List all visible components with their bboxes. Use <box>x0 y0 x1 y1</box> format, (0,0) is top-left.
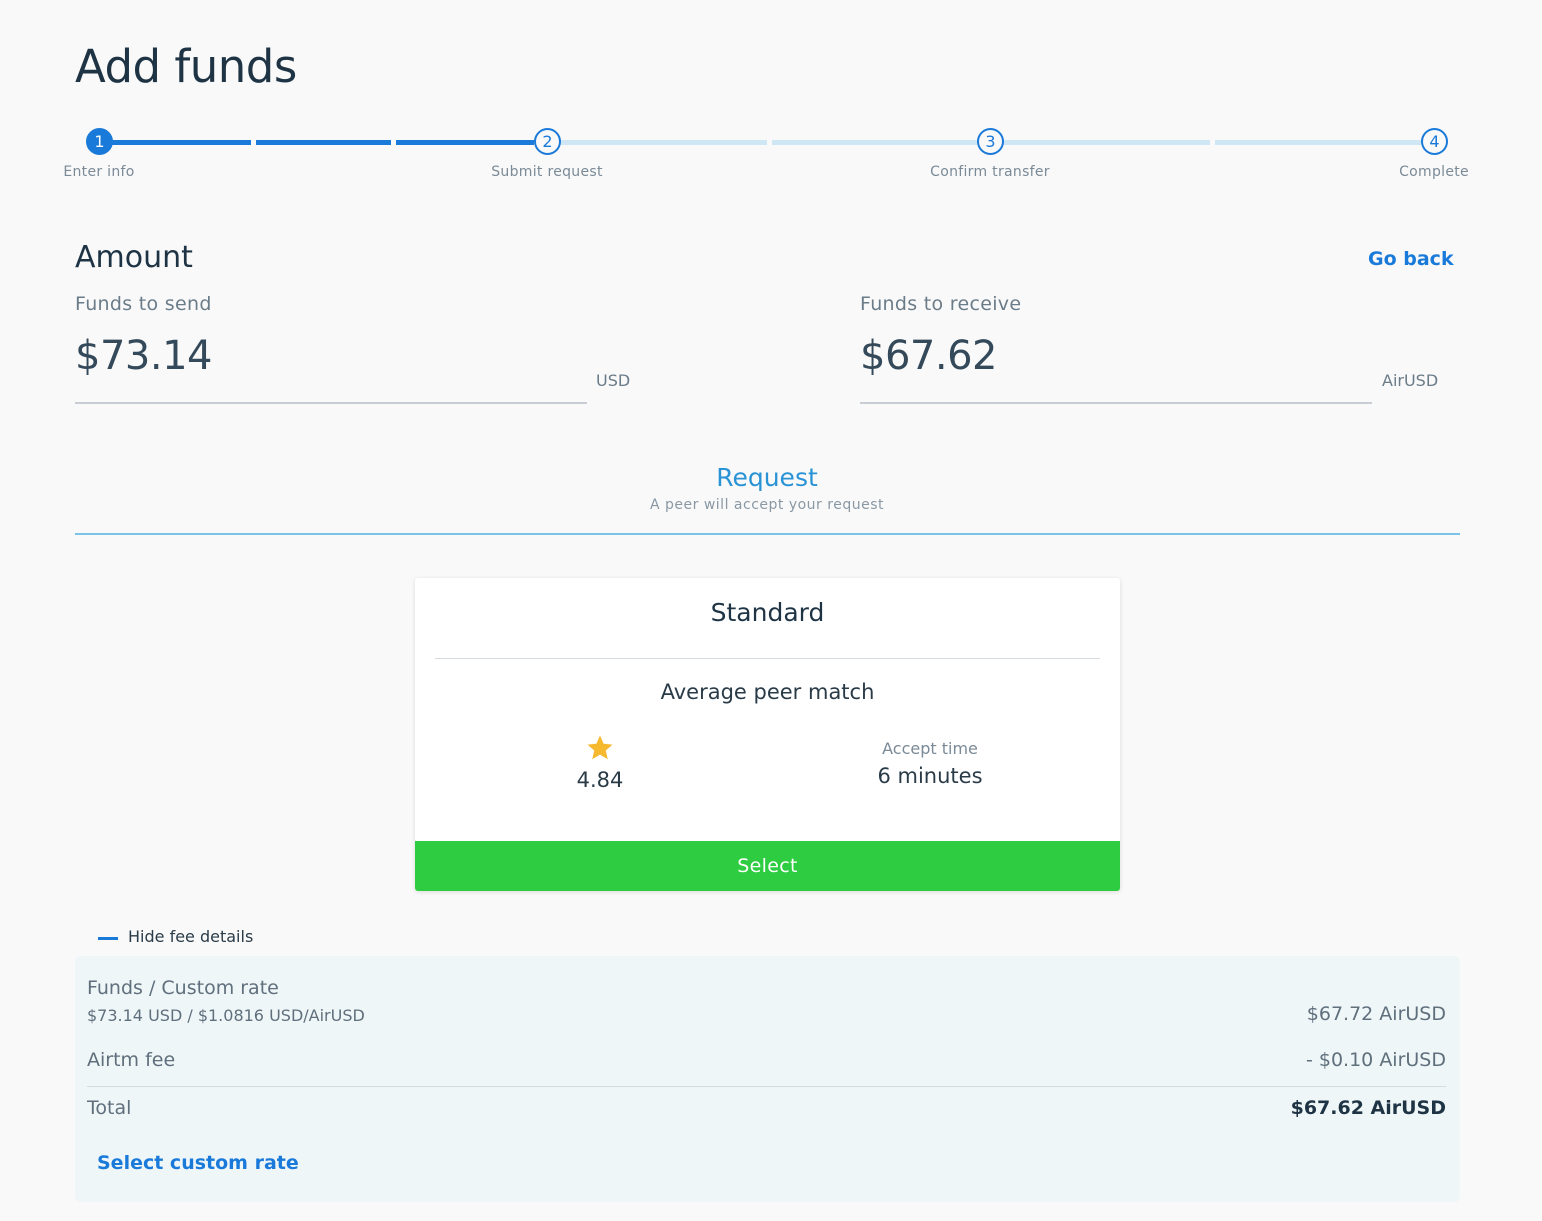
stepper-segment-done <box>396 140 534 145</box>
select-custom-rate-link[interactable]: Select custom rate <box>97 1152 299 1174</box>
select-button[interactable]: Select <box>415 841 1120 891</box>
funds-rate-detail: $73.14 USD / $1.0816 USD/AirUSD <box>87 1006 365 1025</box>
step-4-indicator: 4 <box>1421 128 1448 155</box>
card-divider <box>435 658 1100 659</box>
accept-time-value: 6 minutes <box>877 764 983 788</box>
offer-title: Standard <box>710 598 825 627</box>
funds-rate-value: $67.72 AirUSD <box>1306 1003 1446 1025</box>
progress-stepper: 1 2 3 4 Enter info Submit request Confir… <box>0 0 1542 200</box>
total-value: $67.62 AirUSD <box>1290 1097 1446 1119</box>
funds-to-receive-underline <box>860 402 1372 404</box>
step-2-indicator: 2 <box>534 128 561 155</box>
fee-details-panel: Funds / Custom rate $73.14 USD / $1.0816… <box>75 956 1460 1202</box>
go-back-link[interactable]: Go back <box>1368 248 1454 270</box>
funds-to-send-input[interactable]: $73.14 <box>75 333 212 379</box>
step-4-label: Complete <box>1399 164 1469 180</box>
request-description: A peer will accept your request <box>650 497 884 513</box>
airtm-fee-value: - $0.10 AirUSD <box>1305 1049 1446 1071</box>
peer-rating: 4.84 <box>576 768 624 792</box>
fee-divider <box>87 1086 1446 1087</box>
request-tab-indicator <box>75 533 1460 535</box>
stepper-segment-todo <box>1215 140 1421 145</box>
accept-time-label: Accept time <box>882 739 978 758</box>
total-label: Total <box>87 1097 132 1119</box>
offer-card-standard: Standard Average peer match 4.84 Accept … <box>415 578 1120 891</box>
airtm-fee-label: Airtm fee <box>87 1049 176 1071</box>
funds-to-receive-label: Funds to receive <box>860 293 1022 315</box>
offer-subtitle: Average peer match <box>660 680 875 704</box>
funds-to-receive-input[interactable]: $67.62 <box>860 333 997 379</box>
tab-request[interactable]: Request <box>0 463 1534 492</box>
funds-to-send-underline <box>75 402 587 404</box>
step-1-indicator: 1 <box>86 128 113 155</box>
stepper-segment-todo <box>772 140 977 145</box>
step-3-indicator: 3 <box>977 128 1004 155</box>
star-icon <box>587 735 613 760</box>
fee-toggle-label: Hide fee details <box>128 927 254 946</box>
receive-currency: AirUSD <box>1382 371 1439 390</box>
send-currency: USD <box>596 371 631 390</box>
step-3-label: Confirm transfer <box>930 164 1050 180</box>
stepper-segment-todo <box>560 140 767 145</box>
step-2-label: Submit request <box>491 164 603 180</box>
funds-to-send-label: Funds to send <box>75 293 212 315</box>
funds-rate-label: Funds / Custom rate <box>87 977 279 999</box>
minus-icon <box>98 937 118 940</box>
step-1-label: Enter info <box>63 164 135 180</box>
stepper-segment-todo <box>1003 140 1210 145</box>
amount-heading: Amount <box>75 240 193 275</box>
stepper-segment-done <box>112 140 251 145</box>
stepper-segment-done <box>256 140 391 145</box>
